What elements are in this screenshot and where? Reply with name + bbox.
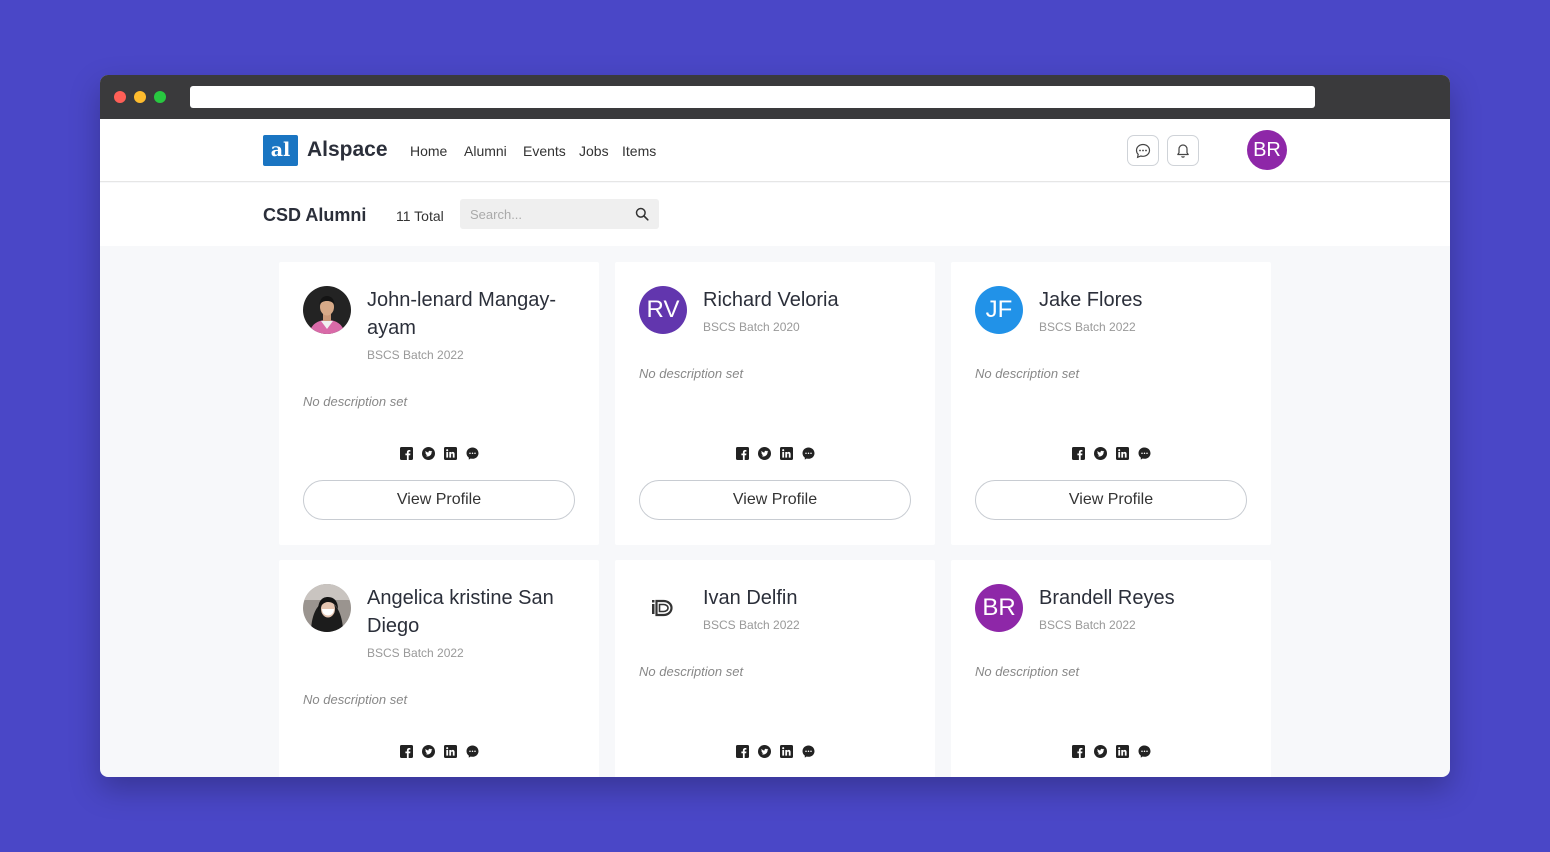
alumni-batch: BSCS Batch 2022 — [367, 646, 464, 660]
search-icon[interactable] — [635, 207, 649, 221]
alumni-description: No description set — [975, 664, 1080, 679]
messenger-icon[interactable] — [801, 744, 815, 758]
social-links — [615, 446, 935, 460]
social-links — [951, 744, 1271, 758]
alumni-batch: BSCS Batch 2022 — [367, 348, 464, 362]
messages-button[interactable] — [1127, 135, 1159, 166]
maximize-window-button[interactable] — [154, 91, 166, 103]
social-links — [279, 446, 599, 460]
alumni-card: JF Jake Flores BSCS Batch 2022 No descri… — [951, 262, 1271, 545]
bell-icon — [1177, 143, 1189, 158]
close-window-button[interactable] — [114, 91, 126, 103]
alumni-batch: BSCS Batch 2022 — [1039, 320, 1136, 334]
view-profile-button[interactable]: View Profile — [975, 480, 1247, 520]
chat-bubble-icon — [1135, 143, 1151, 158]
linkedin-icon[interactable] — [779, 744, 793, 758]
search-box — [460, 199, 659, 229]
avatar-initials[interactable]: BR — [975, 584, 1023, 632]
avatar-initials[interactable]: JF — [975, 286, 1023, 334]
alumni-batch: BSCS Batch 2020 — [703, 320, 800, 334]
linkedin-icon[interactable] — [779, 446, 793, 460]
alumni-description: No description set — [639, 366, 744, 381]
nav-items[interactable]: Items — [622, 143, 656, 159]
alumni-description: No description set — [975, 366, 1080, 381]
browser-titlebar — [100, 75, 1450, 119]
alumni-card: Angelica kristine San Diego BSCS Batch 2… — [279, 560, 599, 777]
messenger-icon[interactable] — [801, 446, 815, 460]
facebook-icon[interactable] — [1071, 446, 1085, 460]
twitter-icon[interactable] — [1093, 446, 1107, 460]
alumni-batch: BSCS Batch 2022 — [1039, 618, 1136, 632]
notifications-button[interactable] — [1167, 135, 1199, 166]
alumni-name[interactable]: Richard Veloria — [703, 286, 918, 314]
view-profile-button[interactable]: View Profile — [303, 480, 575, 520]
alumni-name[interactable]: Jake Flores — [1039, 286, 1254, 314]
alumni-card: RV Richard Veloria BSCS Batch 2020 No de… — [615, 262, 935, 545]
search-input[interactable] — [460, 199, 630, 229]
alumni-name[interactable]: John-lenard Mangay-ayam — [367, 286, 582, 342]
nav-alumni[interactable]: Alumni — [464, 143, 507, 159]
alumni-description: No description set — [303, 692, 408, 707]
avatar-photo[interactable] — [303, 584, 351, 632]
alumni-header: CSD Alumni 11 Total — [100, 183, 1450, 246]
alumni-name[interactable]: Ivan Delfin — [703, 584, 918, 612]
twitter-icon[interactable] — [421, 446, 435, 460]
alumni-batch: BSCS Batch 2022 — [703, 618, 800, 632]
user-avatar[interactable]: BR — [1247, 130, 1287, 170]
view-profile-button[interactable]: View Profile — [639, 480, 911, 520]
avatar-photo[interactable] — [303, 286, 351, 334]
avatar-logo[interactable] — [639, 584, 687, 632]
nav-events[interactable]: Events — [523, 143, 566, 159]
alumni-card: Ivan Delfin BSCS Batch 2022 No descripti… — [615, 560, 935, 777]
social-links — [279, 744, 599, 758]
twitter-icon[interactable] — [757, 744, 771, 758]
social-links — [951, 446, 1271, 460]
messenger-icon[interactable] — [1137, 744, 1151, 758]
facebook-icon[interactable] — [735, 744, 749, 758]
linkedin-icon[interactable] — [1115, 744, 1129, 758]
alumni-name[interactable]: Brandell Reyes — [1039, 584, 1254, 612]
browser-window: al Alspace Home Alumni Events Jobs Items… — [100, 75, 1450, 777]
total-count: 11 Total — [396, 208, 444, 224]
linkedin-icon[interactable] — [443, 446, 457, 460]
address-bar[interactable] — [190, 86, 1315, 108]
twitter-icon[interactable] — [757, 446, 771, 460]
brand-logo[interactable]: al — [263, 135, 298, 166]
alumni-name[interactable]: Angelica kristine San Diego — [367, 584, 582, 640]
messenger-icon[interactable] — [465, 744, 479, 758]
linkedin-icon[interactable] — [443, 744, 457, 758]
alumni-description: No description set — [639, 664, 744, 679]
social-links — [615, 744, 935, 758]
minimize-window-button[interactable] — [134, 91, 146, 103]
brand-name[interactable]: Alspace — [307, 138, 388, 162]
facebook-icon[interactable] — [1071, 744, 1085, 758]
messenger-icon[interactable] — [1137, 446, 1151, 460]
nav-home[interactable]: Home — [410, 143, 447, 159]
nav-jobs[interactable]: Jobs — [579, 143, 609, 159]
top-navbar: al Alspace Home Alumni Events Jobs Items… — [100, 119, 1450, 182]
twitter-icon[interactable] — [421, 744, 435, 758]
page-title: CSD Alumni — [263, 205, 367, 225]
facebook-icon[interactable] — [399, 744, 413, 758]
linkedin-icon[interactable] — [1115, 446, 1129, 460]
facebook-icon[interactable] — [399, 446, 413, 460]
twitter-icon[interactable] — [1093, 744, 1107, 758]
alumni-card: BR Brandell Reyes BSCS Batch 2022 No des… — [951, 560, 1271, 777]
alumni-description: No description set — [303, 394, 408, 409]
messenger-icon[interactable] — [465, 446, 479, 460]
alumni-card: John-lenard Mangay-ayam BSCS Batch 2022 … — [279, 262, 599, 545]
facebook-icon[interactable] — [735, 446, 749, 460]
avatar-initials[interactable]: RV — [639, 286, 687, 334]
